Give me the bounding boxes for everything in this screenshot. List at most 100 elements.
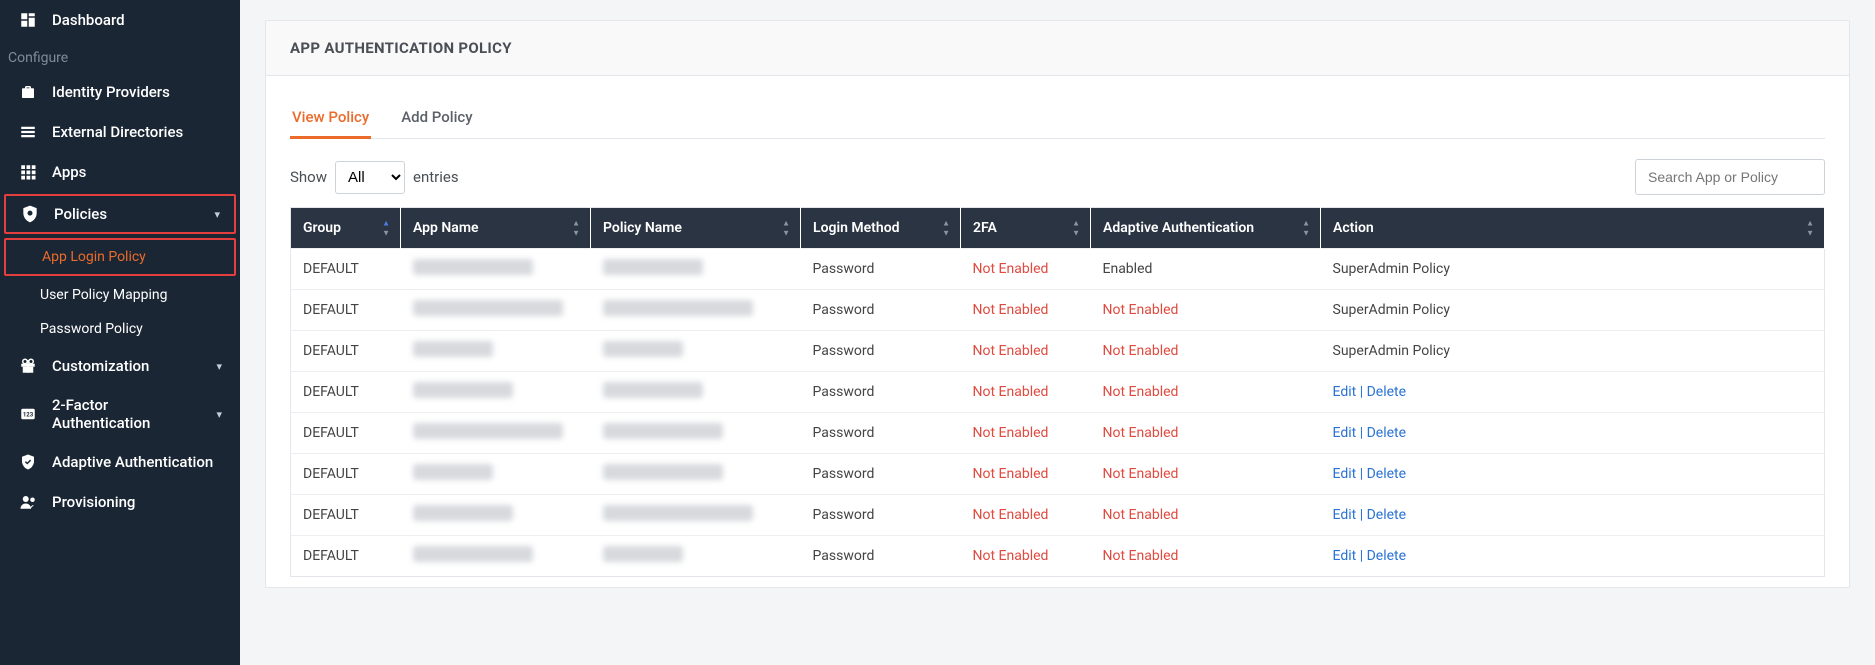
cell-group: DEFAULT bbox=[291, 372, 401, 413]
redacted-text bbox=[413, 464, 493, 480]
briefcase-icon bbox=[18, 82, 38, 102]
svg-text:123: 123 bbox=[23, 411, 34, 418]
col-2fa[interactable]: 2FA ▲▼ bbox=[961, 208, 1091, 249]
chevron-down-icon: ▾ bbox=[216, 408, 222, 421]
cell-login-method: Password bbox=[801, 454, 961, 495]
tabs: View Policy Add Policy bbox=[290, 100, 1825, 139]
cell-2fa: Not Enabled bbox=[961, 495, 1091, 536]
edit-link[interactable]: Edit bbox=[1333, 507, 1357, 523]
list-icon bbox=[18, 122, 38, 142]
delete-link[interactable]: Delete bbox=[1367, 466, 1406, 482]
redacted-text bbox=[603, 341, 683, 357]
cell-group: DEFAULT bbox=[291, 249, 401, 290]
sidebar-item-external-directories[interactable]: External Directories bbox=[0, 112, 240, 152]
sidebar-item-provisioning[interactable]: Provisioning bbox=[0, 482, 240, 522]
sort-icon: ▲▼ bbox=[942, 219, 950, 238]
entries-control: Show All entries bbox=[290, 161, 459, 194]
cell-adaptive: Not Enabled bbox=[1091, 495, 1321, 536]
cell-app-name bbox=[401, 536, 591, 577]
keypad-icon: 123 bbox=[18, 404, 38, 424]
cell-login-method: Password bbox=[801, 536, 961, 577]
cell-login-method: Password bbox=[801, 495, 961, 536]
cell-policy-name bbox=[591, 249, 801, 290]
sidebar-subitem-app-login-policy[interactable]: App Login Policy bbox=[4, 238, 236, 276]
cell-group: DEFAULT bbox=[291, 454, 401, 495]
cell-2fa: Not Enabled bbox=[961, 372, 1091, 413]
sidebar-item-label: Customization bbox=[52, 357, 202, 375]
delete-link[interactable]: Delete bbox=[1367, 384, 1406, 400]
tab-add-policy[interactable]: Add Policy bbox=[399, 100, 474, 138]
col-action[interactable]: Action ▲▼ bbox=[1321, 208, 1825, 249]
cell-action: SuperAdmin Policy bbox=[1321, 290, 1825, 331]
cell-login-method: Password bbox=[801, 249, 961, 290]
delete-link[interactable]: Delete bbox=[1367, 425, 1406, 441]
chevron-down-icon: ▾ bbox=[214, 208, 220, 221]
redacted-text bbox=[603, 423, 723, 439]
cell-app-name bbox=[401, 290, 591, 331]
tab-label: Add Policy bbox=[401, 108, 472, 126]
sidebar-item-dashboard[interactable]: Dashboard bbox=[0, 0, 240, 40]
delete-link[interactable]: Delete bbox=[1367, 507, 1406, 523]
sidebar-item-identity-providers[interactable]: Identity Providers bbox=[0, 72, 240, 112]
edit-link[interactable]: Edit bbox=[1333, 466, 1357, 482]
table-row: DEFAULTPasswordNot EnabledNot EnabledEdi… bbox=[291, 495, 1825, 536]
table-row: DEFAULTPasswordNot EnabledNot EnabledEdi… bbox=[291, 536, 1825, 577]
cell-policy-name bbox=[591, 495, 801, 536]
sort-icon: ▲▼ bbox=[1806, 219, 1814, 238]
cell-2fa: Not Enabled bbox=[961, 331, 1091, 372]
cell-adaptive: Not Enabled bbox=[1091, 331, 1321, 372]
table-row: DEFAULTPasswordNot EnabledEnabledSuperAd… bbox=[291, 249, 1825, 290]
cell-app-name bbox=[401, 495, 591, 536]
search-input[interactable] bbox=[1635, 159, 1825, 195]
table-row: DEFAULTPasswordNot EnabledNot EnabledSup… bbox=[291, 290, 1825, 331]
cell-policy-name bbox=[591, 536, 801, 577]
sidebar-item-adaptive-auth[interactable]: Adaptive Authentication bbox=[0, 442, 240, 482]
col-login-method[interactable]: Login Method ▲▼ bbox=[801, 208, 961, 249]
col-app-name[interactable]: App Name ▲▼ bbox=[401, 208, 591, 249]
sort-icon: ▲▼ bbox=[1072, 219, 1080, 238]
sidebar: Dashboard Configure Identity Providers E… bbox=[0, 0, 240, 665]
sidebar-item-customization[interactable]: Customization ▾ bbox=[0, 346, 240, 386]
redacted-text bbox=[413, 259, 533, 275]
cell-action: SuperAdmin Policy bbox=[1321, 331, 1825, 372]
cell-2fa: Not Enabled bbox=[961, 454, 1091, 495]
sidebar-item-apps[interactable]: Apps bbox=[0, 152, 240, 192]
chevron-down-icon: ▾ bbox=[216, 360, 222, 373]
cell-group: DEFAULT bbox=[291, 331, 401, 372]
sidebar-item-label: Password Policy bbox=[40, 321, 143, 337]
cell-app-name bbox=[401, 249, 591, 290]
sidebar-subitem-password-policy[interactable]: Password Policy bbox=[0, 312, 240, 346]
redacted-text bbox=[413, 341, 493, 357]
sort-icon: ▲▼ bbox=[572, 219, 580, 238]
redacted-text bbox=[603, 382, 703, 398]
entries-select[interactable]: All bbox=[335, 161, 405, 194]
delete-link[interactable]: Delete bbox=[1367, 548, 1406, 564]
sort-icon: ▲▼ bbox=[1302, 219, 1310, 238]
cell-adaptive: Not Enabled bbox=[1091, 454, 1321, 495]
cell-action: Edit | Delete bbox=[1321, 372, 1825, 413]
shield-icon bbox=[20, 204, 40, 224]
sidebar-item-2fa[interactable]: 123 2-Factor Authentication ▾ bbox=[0, 386, 240, 442]
tab-view-policy[interactable]: View Policy bbox=[290, 100, 371, 138]
col-policy-name[interactable]: Policy Name ▲▼ bbox=[591, 208, 801, 249]
edit-link[interactable]: Edit bbox=[1333, 425, 1357, 441]
cell-2fa: Not Enabled bbox=[961, 249, 1091, 290]
sidebar-item-label: Policies bbox=[54, 205, 200, 223]
redacted-text bbox=[413, 505, 513, 521]
col-group[interactable]: Group ▲▼ bbox=[291, 208, 401, 249]
edit-link[interactable]: Edit bbox=[1333, 384, 1357, 400]
panel: APP AUTHENTICATION POLICY View Policy Ad… bbox=[265, 20, 1850, 588]
edit-link[interactable]: Edit bbox=[1333, 548, 1357, 564]
cell-group: DEFAULT bbox=[291, 495, 401, 536]
redacted-text bbox=[413, 423, 563, 439]
policy-table: Group ▲▼ App Name ▲▼ Policy Name ▲▼ Lo bbox=[290, 207, 1825, 577]
col-adaptive-auth[interactable]: Adaptive Authentication ▲▼ bbox=[1091, 208, 1321, 249]
redacted-text bbox=[603, 546, 683, 562]
cell-adaptive: Not Enabled bbox=[1091, 536, 1321, 577]
sidebar-item-policies[interactable]: Policies ▾ bbox=[4, 194, 236, 234]
tab-label: View Policy bbox=[292, 108, 369, 126]
sidebar-subitem-user-policy-mapping[interactable]: User Policy Mapping bbox=[0, 278, 240, 312]
cell-adaptive: Not Enabled bbox=[1091, 413, 1321, 454]
table-row: DEFAULTPasswordNot EnabledNot EnabledSup… bbox=[291, 331, 1825, 372]
cell-action: Edit | Delete bbox=[1321, 454, 1825, 495]
